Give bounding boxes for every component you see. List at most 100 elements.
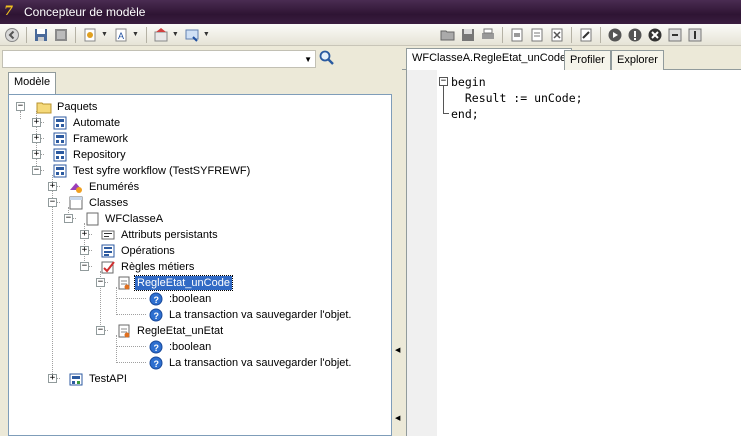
svg-text:?: ? [154, 359, 160, 369]
tree-node-wfclassea[interactable]: WFClasseA [84, 211, 165, 227]
tab-regleetat-uncode[interactable]: WFClasseA.RegleEtat_unCode [406, 48, 573, 70]
tree-node-label: Attributs persistants [121, 229, 218, 241]
back-icon[interactable] [3, 26, 21, 44]
attributes-icon [100, 227, 116, 243]
expand-icon[interactable]: + [80, 246, 89, 255]
delete-icon[interactable] [548, 26, 566, 44]
tree-node-label: :boolean [169, 293, 212, 305]
tree-node-framework[interactable]: Framework [52, 131, 130, 147]
tree-node-regles-metiers[interactable]: Règles métiers [100, 259, 196, 275]
tree-node-automate[interactable]: Automate [52, 115, 122, 131]
tab-explorer[interactable]: Explorer [611, 50, 664, 70]
panel-splitter[interactable]: ◀ ◀ [392, 94, 402, 436]
tree-line [116, 362, 146, 363]
save-all-icon[interactable] [32, 26, 50, 44]
search-icon[interactable] [318, 49, 336, 67]
tree-line [116, 346, 146, 347]
pause-icon[interactable] [626, 26, 644, 44]
tree-node-enumeres[interactable]: Enumérés [68, 179, 141, 195]
code-editor[interactable]: − begin Result := unCode; end; [406, 70, 741, 436]
collapse-icon[interactable]: − [96, 278, 105, 287]
expand-icon[interactable]: + [80, 230, 89, 239]
classes-icon [68, 195, 84, 211]
tree-node-regleetat-unetat[interactable]: RegleEtat_unEtat [116, 323, 225, 339]
tree-node-paquets[interactable]: Paquets [36, 99, 99, 115]
close-doc-icon[interactable] [52, 26, 70, 44]
tab-profiler[interactable]: Profiler [564, 50, 611, 70]
tree-node-repository[interactable]: Repository [52, 147, 128, 163]
tree-node-operations[interactable]: Opérations [100, 243, 177, 259]
expand-icon[interactable]: + [32, 118, 41, 127]
tree-node-classes[interactable]: Classes [68, 195, 130, 211]
code-line[interactable]: Result := unCode; [451, 91, 583, 105]
collapse-icon[interactable]: − [80, 262, 89, 271]
collapse-left-icon[interactable]: ◀ [395, 347, 400, 354]
chevron-down-icon[interactable]: ▼ [101, 31, 108, 38]
tree-node-label: RegleEtat_unCode [134, 275, 233, 291]
navigate-icon[interactable] [183, 26, 201, 44]
toolbar-separator [26, 26, 27, 43]
expand-icon[interactable]: + [32, 150, 41, 159]
svg-text:?: ? [154, 343, 160, 353]
svg-text:?: ? [154, 295, 160, 305]
fold-collapse-icon[interactable]: − [439, 77, 448, 86]
svg-text:A: A [118, 31, 124, 41]
expand-icon[interactable]: + [48, 182, 57, 191]
collapse-icon[interactable]: − [96, 326, 105, 335]
collapse-icon[interactable]: − [32, 166, 41, 175]
save-icon[interactable] [459, 26, 477, 44]
tree-node-attributs-persistants[interactable]: Attributs persistants [100, 227, 220, 243]
toolbar-separator [75, 26, 76, 43]
tab-modele[interactable]: Modèle [8, 72, 57, 94]
tree-node-regleetat-uncode[interactable]: RegleEtat_unCode [116, 275, 233, 291]
expand-icon[interactable]: + [48, 374, 57, 383]
print-icon[interactable] [479, 26, 497, 44]
new-attr-icon[interactable]: A [112, 26, 130, 44]
step-into-icon[interactable] [686, 26, 704, 44]
open-folder-icon[interactable] [439, 26, 457, 44]
collapse-icon[interactable]: − [64, 214, 73, 223]
tree-line [116, 287, 117, 315]
code-line[interactable]: end; [451, 107, 479, 121]
collapse-left-icon[interactable]: ◀ [395, 415, 400, 422]
tree-node-label: La transaction va sauvegarder l'objet. [169, 357, 352, 369]
folder-icon [36, 99, 52, 115]
expand-icon[interactable]: + [32, 134, 41, 143]
code-line[interactable]: begin [451, 75, 486, 89]
toolbar-separator [502, 26, 503, 43]
title-bar: 7 Concepteur de modèle [0, 0, 741, 24]
tree-node-test-syfre-workflow[interactable]: Test syfre workflow (TestSYFREWF) [52, 163, 252, 179]
collapse-icon[interactable]: − [48, 198, 57, 207]
chevron-down-icon[interactable]: ▼ [203, 31, 210, 38]
tree-node-transaction-msg[interactable]: ? La transaction va sauvegarder l'objet. [148, 355, 354, 371]
search-input[interactable]: ▼ [2, 50, 316, 68]
step-icon[interactable] [666, 26, 684, 44]
tree-node-boolean[interactable]: ? :boolean [148, 291, 213, 307]
tab-label: Profiler [570, 54, 605, 66]
new-item-icon[interactable] [81, 26, 99, 44]
tree-node-testapi[interactable]: TestAPI [68, 371, 129, 387]
properties-icon[interactable] [152, 26, 170, 44]
collapse-icon[interactable]: − [16, 102, 25, 111]
search-row: ▼ [0, 46, 402, 72]
chevron-down-icon[interactable]: ▼ [132, 31, 139, 38]
compile-icon[interactable] [577, 26, 595, 44]
info-icon: ? [148, 307, 164, 323]
chevron-down-icon[interactable]: ▼ [304, 55, 312, 64]
tree-node-label: Paquets [57, 101, 98, 113]
chevron-down-icon[interactable]: ▼ [172, 31, 179, 38]
copy-icon[interactable] [508, 26, 526, 44]
run-icon[interactable] [606, 26, 624, 44]
tree-node-label: La transaction va sauvegarder l'objet. [169, 309, 352, 321]
package-icon [52, 115, 68, 131]
class-icon [84, 211, 100, 227]
model-tree[interactable]: − + + + − + − − + + − − − + Paquets Auto… [8, 94, 392, 436]
tree-line [116, 314, 146, 315]
tree-node-boolean[interactable]: ? :boolean [148, 339, 213, 355]
model-toolbar: ▼ A ▼ ▼ ▼ [0, 24, 402, 46]
window-title: Concepteur de modèle [24, 5, 146, 19]
fold-line [443, 86, 444, 114]
stop-icon[interactable] [646, 26, 664, 44]
paste-icon[interactable] [528, 26, 546, 44]
tree-node-transaction-msg[interactable]: ? La transaction va sauvegarder l'objet. [148, 307, 354, 323]
